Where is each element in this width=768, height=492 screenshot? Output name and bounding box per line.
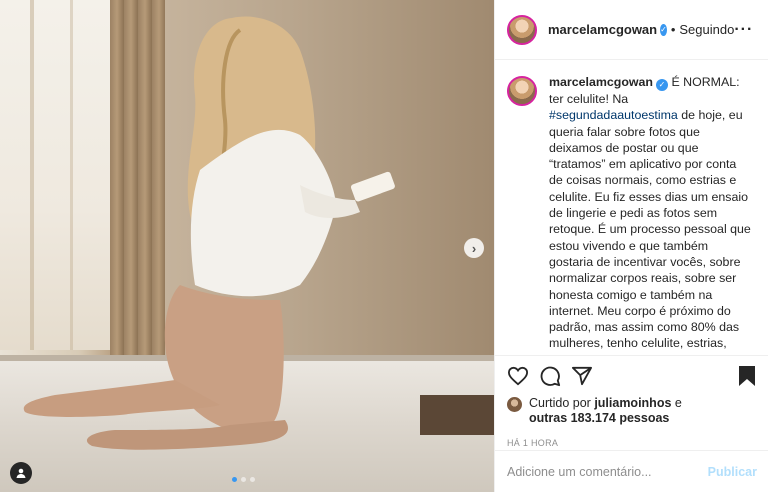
liked-user-link[interactable]: juliamoinhos [594, 396, 671, 410]
carousel-dot [241, 477, 246, 482]
heart-icon[interactable] [507, 366, 529, 386]
likes-summary: Curtido por juliamoinhos e outras 183.17… [495, 396, 768, 426]
hashtag-link[interactable]: #segundadaautoestima [549, 108, 678, 122]
post-header: marcelamcgowan ✓ • Seguindo ··· [495, 0, 768, 60]
user-tags-button[interactable] [10, 462, 32, 484]
verified-badge-icon: ✓ [656, 79, 668, 91]
post-timestamp[interactable]: HÁ 1 HORA [495, 426, 768, 448]
avatar[interactable] [507, 14, 537, 45]
next-photo-button[interactable]: › [464, 238, 484, 258]
caption-avatar[interactable] [507, 76, 537, 106]
publish-button[interactable]: Publicar [708, 465, 757, 479]
comment-input[interactable] [507, 464, 708, 479]
woman-figure [23, 16, 395, 450]
share-icon[interactable] [571, 366, 593, 386]
carousel-indicator [232, 477, 255, 482]
caption-text: marcelamcgowan ✓ É NORMAL: ter celulite! … [549, 74, 752, 355]
action-bar [495, 356, 768, 396]
more-horizontal-icon[interactable]: ··· [734, 21, 753, 39]
comment-icon[interactable] [539, 365, 561, 387]
carousel-dot [250, 477, 255, 482]
carousel-dot [232, 477, 237, 482]
liked-suffix: e [671, 396, 682, 410]
liker-avatar[interactable] [507, 397, 522, 412]
person-icon [16, 468, 26, 478]
following-button[interactable]: Seguindo [679, 22, 734, 37]
comment-box: Publicar [495, 450, 768, 492]
chevron-right-icon: › [471, 240, 477, 256]
caption-part2: de hoje, eu queria falar sobre fotos que… [549, 108, 751, 355]
username-link[interactable]: marcelamcgowan [548, 22, 657, 37]
verified-badge-icon: ✓ [660, 23, 667, 36]
liked-others-link[interactable]: outras 183.174 pessoas [529, 411, 669, 425]
instagram-post: › marcelamcgowan ✓ • Seguindo ··· marcel [0, 0, 768, 492]
bookmark-icon[interactable] [738, 365, 756, 387]
liked-prefix: Curtido por [529, 396, 595, 410]
post-sidebar: marcelamcgowan ✓ • Seguindo ··· marcelam… [494, 0, 768, 492]
post-photo[interactable]: › [0, 0, 494, 492]
separator-dot: • [670, 22, 676, 37]
caption-section: marcelamcgowan ✓ É NORMAL: ter celulite! … [495, 60, 768, 356]
caption-username[interactable]: marcelamcgowan [549, 75, 653, 89]
